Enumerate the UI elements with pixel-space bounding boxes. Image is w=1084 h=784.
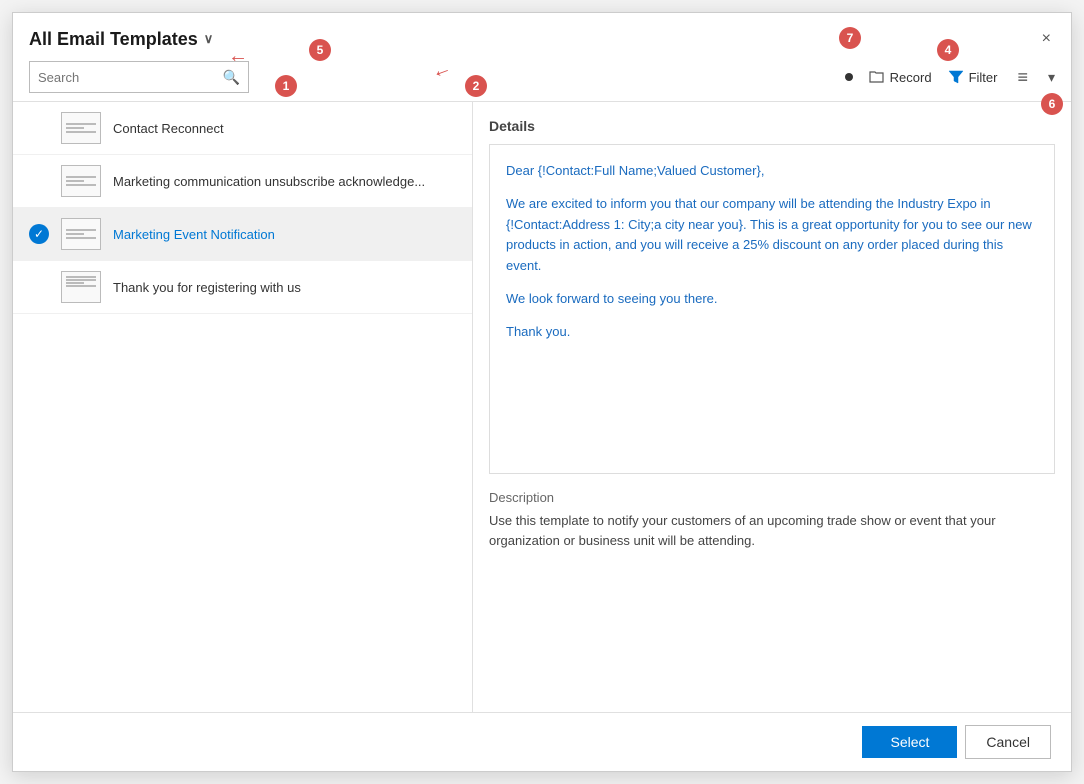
email-line-1: Dear {!Contact:Full Name;Valued Customer… (506, 161, 1038, 182)
item-label: Thank you for registering with us (113, 280, 301, 295)
toolbar-right: Record Filter ≡ ▾ (845, 67, 1055, 88)
dialog-title: All Email Templates ∨ (29, 29, 213, 50)
description-text: Use this template to notify your custome… (489, 511, 1055, 550)
dialog-header: All Email Templates ∨ ← × (13, 13, 1071, 61)
details-panel: Details Dear {!Contact:Full Name;Valued … (473, 102, 1071, 712)
email-preview: Dear {!Contact:Full Name;Valued Customer… (489, 144, 1055, 474)
icon-line (66, 282, 84, 284)
select-button[interactable]: Select (862, 726, 957, 758)
chevron-down-icon[interactable]: ∨ (204, 31, 214, 47)
email-line-3: We look forward to seeing you there. (506, 289, 1038, 310)
annotation-7: 7 (839, 27, 861, 49)
dot-indicator (845, 73, 853, 81)
list-item[interactable]: Thank you for registering with us (13, 261, 472, 314)
template-thumbnail (61, 218, 101, 250)
check-placeholder (29, 118, 49, 138)
annotation-5: 5 (309, 39, 331, 61)
close-button[interactable]: × (1038, 27, 1055, 51)
email-line-2: We are excited to inform you that our co… (506, 194, 1038, 277)
icon-line (66, 279, 96, 281)
email-line-4: Thank you. (506, 322, 1038, 343)
template-thumbnail (61, 271, 101, 303)
email-closing-1: We look forward to seeing you there. (506, 291, 718, 306)
item-label: Contact Reconnect (113, 121, 224, 136)
email-body-main: We are excited to inform you that our co… (506, 196, 1032, 273)
filter-label: Filter (969, 70, 998, 85)
dialog-footer: Select Cancel (13, 712, 1071, 771)
template-thumbnail (61, 112, 101, 144)
item-label: Marketing Event Notification (113, 227, 275, 242)
icon-line (66, 123, 96, 125)
filter-button[interactable]: Filter (948, 69, 998, 85)
annotation-4: 4 (937, 39, 959, 61)
folder-icon (869, 69, 885, 85)
details-heading: Details (489, 118, 1055, 134)
template-list: Contact Reconnect Marketing communicatio… (13, 102, 473, 712)
icon-line (66, 237, 96, 239)
record-button[interactable]: Record (869, 69, 932, 85)
arrow-2: → (430, 60, 457, 88)
list-item[interactable]: ✓ Marketing Event Notification (13, 208, 472, 261)
item-label: Marketing communication unsubscribe ackn… (113, 174, 425, 189)
main-content: Contact Reconnect Marketing communicatio… (13, 101, 1071, 712)
record-label: Record (890, 70, 932, 85)
icon-line (66, 131, 96, 133)
email-closing-2: Thank you. (506, 324, 570, 339)
icon-line (66, 229, 96, 231)
check-placeholder (29, 277, 49, 297)
icon-line (66, 176, 96, 178)
list-item[interactable]: Marketing communication unsubscribe ackn… (13, 155, 472, 208)
filter-icon (948, 69, 964, 85)
search-input[interactable] (38, 70, 223, 85)
more-options-button[interactable]: ≡ (1013, 67, 1032, 88)
toolbar: 🔍 → Record Filter ≡ (13, 61, 1071, 101)
email-salutation: Dear {!Contact:Full Name;Valued Customer… (506, 163, 764, 178)
selected-checkmark: ✓ (29, 224, 49, 244)
chevron-expand-button[interactable]: ▾ (1048, 69, 1055, 86)
check-placeholder (29, 171, 49, 191)
cancel-button[interactable]: Cancel (965, 725, 1051, 759)
icon-line (66, 285, 96, 287)
template-thumbnail (61, 165, 101, 197)
search-box[interactable]: 🔍 (29, 61, 249, 93)
icon-line (66, 184, 96, 186)
icon-line (66, 127, 84, 129)
icon-line (66, 233, 84, 235)
email-templates-dialog: 1 2 3 4 5 6 7 All Email Templates ∨ ← × … (12, 12, 1072, 772)
description-label: Description (489, 490, 1055, 505)
title-text: All Email Templates (29, 29, 198, 50)
icon-line (66, 180, 84, 182)
icon-line (66, 276, 96, 278)
list-item[interactable]: Contact Reconnect (13, 102, 472, 155)
search-icon: 🔍 (223, 69, 240, 86)
description-section: Description Use this template to notify … (489, 490, 1055, 550)
